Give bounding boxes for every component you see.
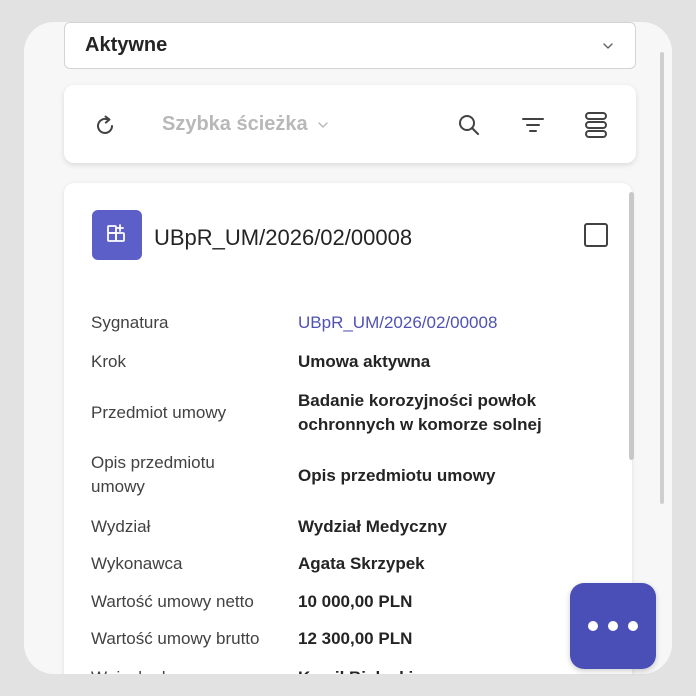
chevron-down-icon xyxy=(603,42,613,49)
search-icon[interactable] xyxy=(456,112,482,138)
signature-link[interactable]: UBpR_UM/2026/02/00008 xyxy=(298,311,598,335)
quick-path-dropdown[interactable]: Szybka ścieżka xyxy=(162,113,330,136)
refresh-icon[interactable] xyxy=(92,113,118,139)
field-label: Sygnatura xyxy=(91,313,169,332)
list-toolbar: Szybka ścieżka xyxy=(64,85,636,163)
field-value: 10 000,00 PLN xyxy=(298,592,413,611)
field-label: Krok xyxy=(91,352,126,371)
field-value: Badanie korozyjności powłok ochronnych w… xyxy=(298,391,542,434)
device-frame: Aktywne Szybka ścieżka UBpR_UM/2026/02/0… xyxy=(0,0,696,696)
field-label: Opis przedmiotu umowy xyxy=(91,453,215,496)
card-title: UBpR_UM/2026/02/00008 xyxy=(154,225,413,250)
more-dot xyxy=(628,621,638,631)
field-value: Opis przedmiotu umowy xyxy=(298,466,496,485)
contract-type-icon xyxy=(92,210,142,260)
field-value: Kamil Bielecki xyxy=(298,666,598,674)
field-label: Przedmiot umowy xyxy=(91,403,227,422)
field-value: 12 300,00 PLN xyxy=(298,629,413,648)
field-value: Umowa aktywna xyxy=(298,352,431,371)
apps-add-icon xyxy=(107,224,125,242)
quick-path-label: Szybka ścieżka xyxy=(162,113,308,135)
contract-card[interactable]: UBpR_UM/2026/02/00008 Sygnatura UBpR_UM/… xyxy=(64,183,632,674)
filter-icon[interactable] xyxy=(520,112,546,138)
select-checkbox[interactable] xyxy=(584,223,608,247)
field-label: Wnioskodawca xyxy=(91,666,291,674)
field-label: Wykonawca xyxy=(91,554,183,573)
card-scrollbar[interactable] xyxy=(629,192,634,460)
list-view-icon[interactable] xyxy=(582,110,610,140)
status-filter-value: Aktywne xyxy=(85,34,168,56)
field-label: Wydział xyxy=(91,517,151,536)
page-scrollbar[interactable] xyxy=(660,52,664,504)
more-dot xyxy=(588,621,598,631)
status-filter-dropdown[interactable]: Aktywne xyxy=(64,22,636,69)
more-actions-button[interactable] xyxy=(570,583,656,669)
app-screen: Aktywne Szybka ścieżka UBpR_UM/2026/02/0… xyxy=(24,22,672,674)
field-value: Wydział Medyczny xyxy=(298,517,447,536)
field-value: Agata Skrzypek xyxy=(298,554,425,573)
chevron-down-icon xyxy=(317,121,328,128)
more-dot xyxy=(608,621,618,631)
field-label: Wartość umowy brutto xyxy=(91,629,260,648)
field-label: Wartość umowy netto xyxy=(91,592,254,611)
